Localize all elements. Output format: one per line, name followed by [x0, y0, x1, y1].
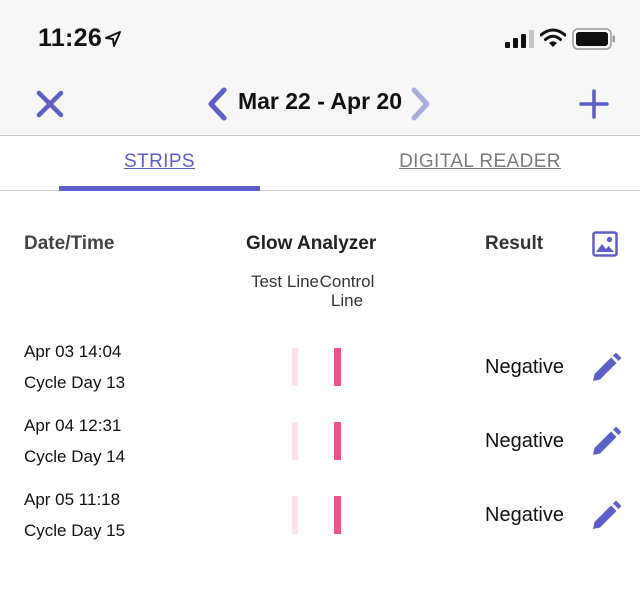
table-row: Apr 05 11:18 Cycle Day 15 Negative [0, 490, 640, 564]
control-line-mark [334, 348, 341, 386]
signal-bars-icon [505, 30, 534, 48]
row-cycle-day: Cycle Day 13 [24, 373, 126, 392]
column-header-glow-analyzer: Glow Analyzer [246, 233, 377, 254]
close-icon[interactable] [30, 84, 70, 124]
control-line-mark [334, 496, 341, 534]
tab-bar: STRIPS DIGITAL READER [0, 137, 640, 191]
active-tab-indicator [59, 186, 260, 191]
pencil-icon[interactable] [590, 426, 622, 458]
test-line-mark [292, 348, 298, 386]
chevron-right-icon[interactable] [408, 84, 434, 124]
location-arrow-icon [105, 31, 121, 47]
row-datetime: Apr 05 11:18 [24, 490, 121, 509]
plus-icon[interactable] [574, 84, 614, 124]
pencil-icon[interactable] [590, 500, 622, 532]
row-datetime: Apr 04 12:31 [24, 416, 122, 435]
tab-digital-reader[interactable]: DIGITAL READER [360, 137, 600, 191]
column-header-datetime: Date/Time [24, 233, 115, 254]
row-result: Negative [485, 356, 564, 378]
row-cycle-day: Cycle Day 15 [24, 521, 126, 540]
chevron-left-icon[interactable] [204, 84, 230, 124]
row-datetime: Apr 03 14:04 [24, 342, 122, 361]
table-row: Apr 04 12:31 Cycle Day 14 Negative [0, 416, 640, 490]
row-result: Negative [485, 504, 564, 526]
control-line-mark [334, 422, 341, 460]
wifi-icon [540, 28, 566, 47]
battery-icon [572, 28, 615, 50]
image-icon[interactable] [592, 231, 618, 257]
nav-bar: Mar 22 - Apr 20 [0, 72, 640, 136]
row-cycle-day: Cycle Day 14 [24, 447, 126, 466]
row-result: Negative [485, 430, 564, 452]
status-time: 11:26 [38, 24, 103, 52]
pencil-icon[interactable] [590, 352, 622, 384]
column-header-result: Result [485, 233, 544, 254]
tab-strips[interactable]: STRIPS [59, 137, 260, 191]
test-line-mark [292, 422, 298, 460]
test-line-mark [292, 496, 298, 534]
status-bar: 11:26 [0, 0, 640, 72]
table-row: Apr 03 14:04 Cycle Day 13 Negative [0, 342, 640, 416]
subheader-control-line: Control Line [319, 272, 375, 310]
date-range-title: Mar 22 - Apr 20 [237, 88, 403, 114]
